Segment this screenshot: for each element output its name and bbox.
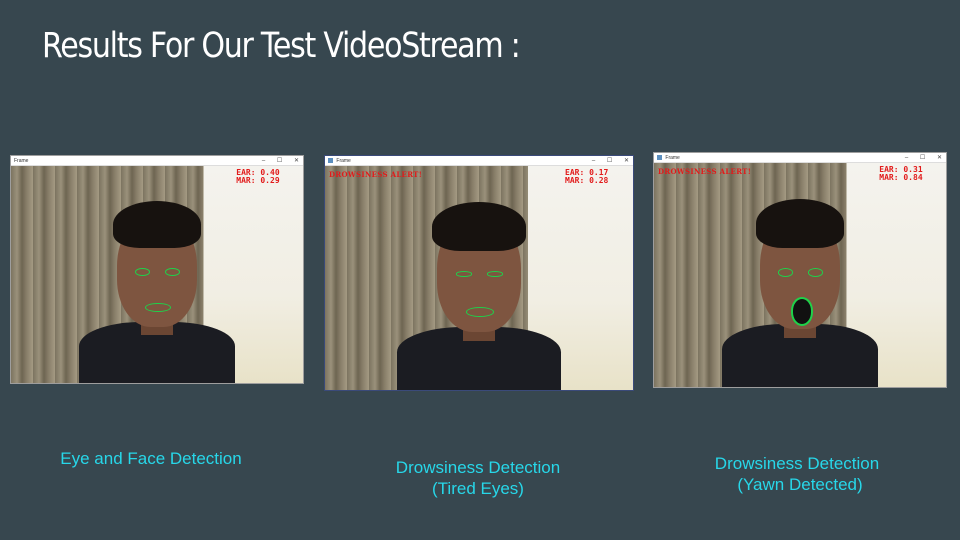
caption-eye-face-detection: Eye and Face Detection [42,448,260,469]
app-icon [328,158,333,164]
window-title: Frame [336,158,351,164]
video-frame-window-1: Frame – ☐ ✕ EAR: 0.40 MAR: 0.29 [10,155,304,384]
caption-line-1: Drowsiness Detection [714,454,880,473]
minimize-icon[interactable]: – [592,158,595,164]
caption-yawn-detected: Drowsiness Detection (Yawn Detected) [697,453,897,495]
maximize-icon[interactable]: ☐ [277,158,282,164]
app-icon [657,155,662,161]
mar-value: MAR: 0.84 [879,173,923,182]
video-frame-window-2: Frame – ☐ ✕ DROWSINESS ALERT! EAR: 0.17 … [324,155,634,391]
person-figure [722,163,878,387]
window-titlebar: Frame – ☐ ✕ [325,156,633,166]
window-titlebar: Frame – ☐ ✕ [11,156,303,166]
close-icon[interactable]: ✕ [624,158,629,164]
right-eye-landmark [487,271,504,277]
minimize-icon[interactable]: – [262,158,265,164]
metrics-readout: EAR: 0.31 MAR: 0.84 [879,166,922,182]
window-controls: – ☐ ✕ [582,156,629,166]
metrics-readout: EAR: 0.40 MAR: 0.29 [236,169,279,185]
right-eye-landmark [807,268,824,277]
window-title: Frame [665,155,680,161]
video-frame: DROWSINESS ALERT! EAR: 0.17 MAR: 0.28 [325,166,633,390]
caption-line-1: Drowsiness Detection [395,458,561,477]
caption-tired-eyes: Drowsiness Detection (Tired Eyes) [378,457,578,499]
video-frame: DROWSINESS ALERT! EAR: 0.31 MAR: 0.84 [654,163,946,387]
caption-line-2: (Tired Eyes) [432,479,524,498]
caption-line-1: Eye and Face Detection [60,449,242,468]
maximize-icon[interactable]: ☐ [920,155,925,161]
person-figure [397,166,561,390]
drowsiness-alert-text: DROWSINESS ALERT! [658,167,752,176]
video-frame-window-3: Frame – ☐ ✕ DROWSINESS ALERT! EAR: 0.31 … [653,152,947,388]
metrics-readout: EAR: 0.17 MAR: 0.28 [565,169,608,185]
window-controls: – ☐ ✕ [895,153,942,163]
mouth-landmark [790,297,814,327]
minimize-icon[interactable]: – [905,155,908,161]
maximize-icon[interactable]: ☐ [607,158,612,164]
person-figure [79,166,235,383]
mar-value: MAR: 0.28 [565,176,609,185]
window-controls: – ☐ ✕ [252,156,299,166]
window-title: Frame [14,158,29,164]
close-icon[interactable]: ✕ [294,158,299,164]
mouth-landmark [466,307,494,317]
slide-title: Results For Our Test VideoStream : [42,26,521,66]
window-titlebar: Frame – ☐ ✕ [654,153,946,163]
mar-value: MAR: 0.29 [236,176,280,185]
video-frame: EAR: 0.40 MAR: 0.29 [11,166,303,383]
left-eye-landmark [777,268,794,277]
caption-line-2: (Yawn Detected) [737,475,863,494]
close-icon[interactable]: ✕ [937,155,942,161]
drowsiness-alert-text: DROWSINESS ALERT! [329,170,423,179]
left-eye-landmark [455,271,472,277]
